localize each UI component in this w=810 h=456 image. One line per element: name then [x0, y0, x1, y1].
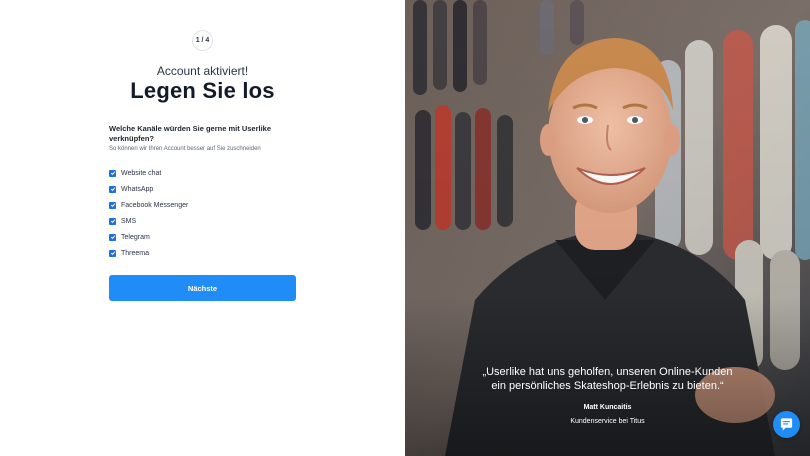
- checkbox-threema[interactable]: [109, 249, 116, 257]
- channel-option-whatsapp[interactable]: WhatsApp: [109, 181, 188, 197]
- quote-line-2: ein persönliches Skateshop-Erlebnis zu b…: [491, 380, 724, 392]
- checkbox-whatsapp[interactable]: [109, 185, 116, 193]
- onboarding-panel: 1 / 4 Account aktiviert! Legen Sie los W…: [0, 0, 405, 456]
- channel-label: Website chat: [121, 169, 162, 177]
- checkmark-icon: [110, 203, 115, 208]
- channel-label: WhatsApp: [121, 185, 154, 193]
- step-indicator: 1 / 4: [192, 30, 213, 51]
- checkmark-icon: [110, 187, 115, 192]
- testimonial-quote: „Userlike hat uns geholfen, unseren Onli…: [405, 365, 810, 393]
- channel-option-sms[interactable]: SMS: [109, 213, 188, 229]
- channel-label: Telegram: [121, 233, 150, 241]
- channel-label: SMS: [121, 217, 137, 225]
- checkbox-sms[interactable]: [109, 217, 116, 225]
- checkbox-telegram[interactable]: [109, 233, 116, 241]
- testimonial-author: Matt Kuncaitis: [583, 404, 632, 411]
- checkbox-website-chat[interactable]: [109, 169, 116, 177]
- channel-hint: So können wir Ihren Account besser auf S…: [109, 146, 261, 152]
- checkbox-facebook-messenger[interactable]: [109, 201, 116, 209]
- channel-option-website-chat[interactable]: Website chat: [109, 165, 188, 181]
- channel-label: Threema: [121, 249, 150, 257]
- chat-bubble-icon: [780, 418, 793, 431]
- checkmark-icon: [110, 235, 115, 240]
- channel-question: Welche Kanäle würden Sie gerne mit Userl…: [109, 124, 272, 143]
- channel-option-facebook-messenger[interactable]: Facebook Messenger: [109, 197, 188, 213]
- channel-option-threema[interactable]: Threema: [109, 245, 188, 261]
- channel-label: Facebook Messenger: [121, 201, 189, 209]
- testimonial-role: Kundenservice bei Titus: [570, 418, 645, 425]
- page-title: Legen Sie los: [130, 78, 275, 103]
- channel-list: Website chat WhatsApp Facebook Messenger…: [109, 165, 188, 261]
- quote-line-1: „Userlike hat uns geholfen, unseren Onli…: [482, 366, 733, 378]
- chat-widget-button[interactable]: [773, 411, 800, 438]
- next-button[interactable]: Nächste: [109, 275, 296, 301]
- channel-option-telegram[interactable]: Telegram: [109, 229, 188, 245]
- page-subtitle: Account aktiviert!: [156, 64, 249, 78]
- checkmark-icon: [110, 251, 115, 256]
- checkmark-icon: [110, 219, 115, 224]
- checkmark-icon: [110, 171, 115, 176]
- testimonial-panel: „Userlike hat uns geholfen, unseren Onli…: [405, 0, 810, 456]
